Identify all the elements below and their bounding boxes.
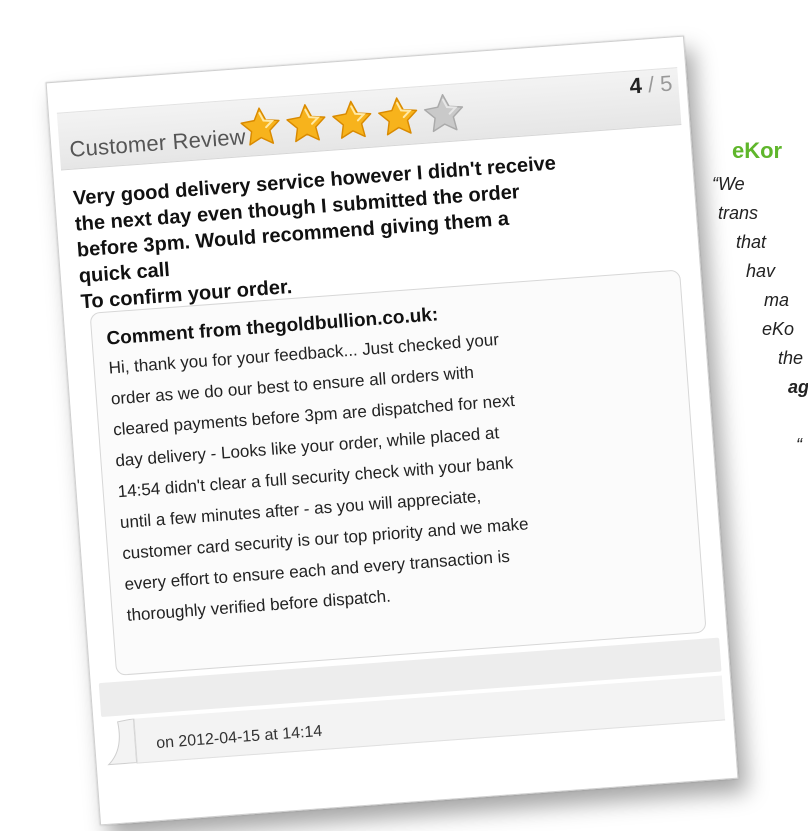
star-filled-icon [240, 107, 280, 146]
side-panel-line: the [778, 348, 804, 368]
rating-readout: 4 / 5 [629, 71, 674, 100]
side-panel-line: that [736, 232, 767, 252]
star-rating [237, 90, 468, 151]
side-panel-line: trans [718, 203, 759, 223]
side-testimonial-panel: eKor “We trans that hav ma eKo the ag “ [712, 138, 808, 460]
review-card: Customer Review 4 / 5 Very good delivery… [45, 35, 739, 826]
rating-score: 4 [628, 72, 643, 99]
side-panel-line: eKo [762, 319, 795, 339]
side-panel-line: ag [788, 377, 808, 397]
side-panel-line: “ [796, 435, 802, 455]
side-panel-text: “We trans that hav ma eKo the ag “ [712, 170, 808, 460]
side-panel-line: hav [746, 261, 776, 281]
star-filled-icon [332, 100, 372, 139]
star-filled-icon [378, 97, 418, 136]
rating-max: / 5 [646, 70, 674, 98]
side-panel-line [712, 402, 808, 431]
side-panel-line: ma [764, 290, 790, 310]
review-date: on 2012-04-15 at 14:14 [155, 722, 323, 753]
screenshot-stage: eKor “We trans that hav ma eKo the ag “ Custome… [0, 0, 808, 831]
merchant-comment-box: Comment from thegoldbullion.co.uk: Hi, t… [89, 269, 707, 676]
side-panel-title: eKor [732, 138, 783, 163]
star-empty-icon [423, 93, 464, 133]
review-header-title: Customer Review [68, 123, 247, 162]
side-panel-line: “We [712, 174, 745, 194]
star-filled-icon [286, 104, 326, 143]
merchant-comment-text: Hi, thank you for your feedback... Just … [108, 311, 689, 630]
review-card-wrapper: Customer Review 4 / 5 Very good delivery… [45, 35, 739, 826]
